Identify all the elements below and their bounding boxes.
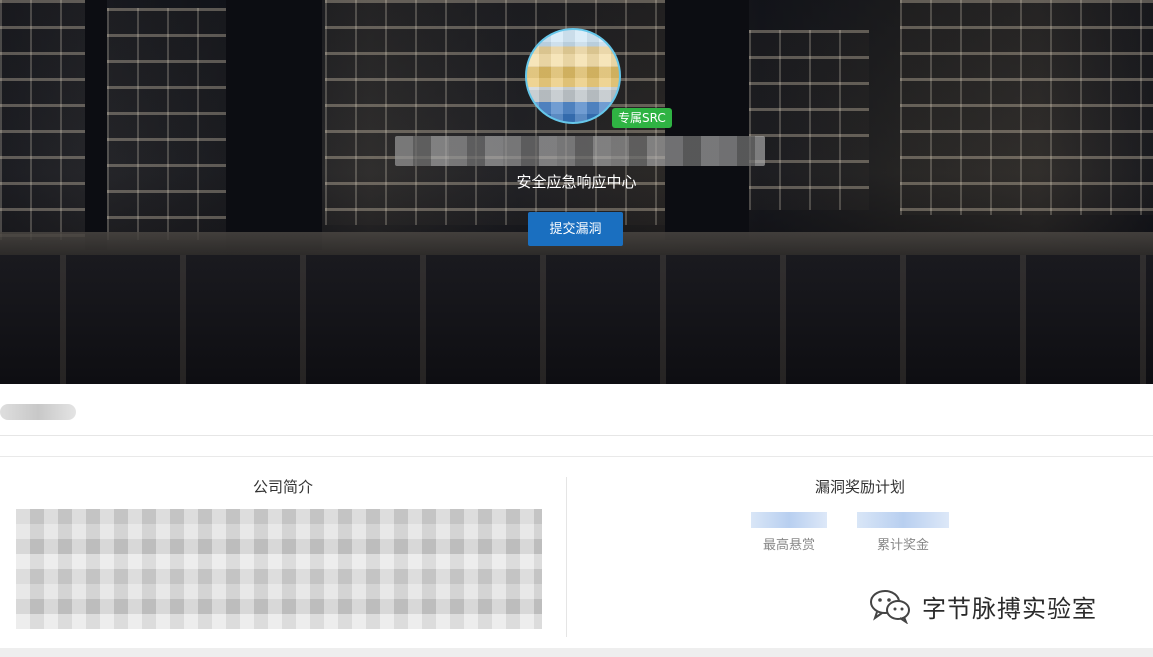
info-redacted — [0, 404, 76, 420]
watermark-text: 字节脉搏实验室 — [922, 594, 1097, 623]
pillar — [85, 0, 107, 250]
bookshelf — [107, 8, 227, 240]
bottom-border — [0, 648, 1153, 657]
pillar — [665, 0, 749, 240]
avatar — [525, 28, 621, 124]
avatar-pixelation — [527, 30, 619, 122]
submit-vulnerability-button[interactable]: 提交漏洞 — [528, 212, 623, 246]
max-bounty-label: 最高悬赏 — [762, 538, 815, 553]
pillar — [226, 0, 322, 250]
total-bounty-value-redacted — [857, 512, 949, 528]
separator-strip — [0, 436, 1153, 457]
company-name-redacted — [395, 136, 765, 166]
exclusive-src-badge: 专属SRC — [612, 108, 672, 128]
bounty-program-panel: 漏洞奖励计划 最高悬赏 累计奖金 — [567, 457, 1153, 657]
wechat-icon — [868, 588, 912, 625]
max-bounty-stat: 最高悬赏 — [739, 512, 839, 555]
water-reflection — [0, 255, 1153, 384]
hero-banner: 专属SRC 安全应急响应中心 提交漏洞 — [0, 0, 1153, 384]
total-bounty-stat: 累计奖金 — [853, 512, 953, 555]
bounty-program-title: 漏洞奖励计划 — [814, 478, 905, 496]
center-subtitle: 安全应急响应中心 — [516, 173, 637, 191]
watermark: 字节脉搏实验室 — [868, 588, 1097, 625]
company-intro-title: 公司简介 — [252, 478, 313, 496]
src-profile-page: 专属SRC 安全应急响应中心 提交漏洞 公司简介 漏洞奖励计划 最高悬赏 累计奖… — [0, 0, 1153, 657]
info-strip — [0, 384, 1153, 436]
max-bounty-value-redacted — [751, 512, 827, 528]
company-intro-redacted — [16, 509, 542, 629]
bookshelf-left — [0, 0, 92, 240]
details-section: 公司简介 漏洞奖励计划 最高悬赏 累计奖金 — [0, 457, 1153, 657]
company-intro-panel: 公司简介 — [0, 457, 566, 657]
total-bounty-label: 累计奖金 — [876, 538, 929, 553]
